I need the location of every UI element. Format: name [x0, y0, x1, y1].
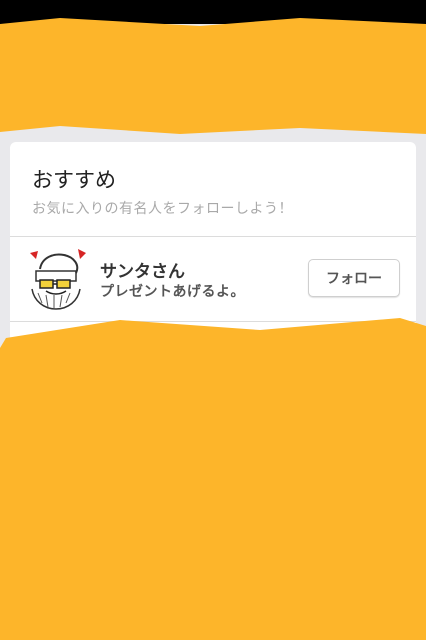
user-row[interactable]: サンタさん プレゼントあげるよ。 フォロー: [10, 237, 416, 322]
card-title: おすすめ: [32, 168, 116, 192]
user-name[interactable]: サンタさん: [100, 257, 185, 282]
card-subtitle: お気に入りの有名人をフォローしよう！: [32, 201, 293, 217]
redaction-top: [0, 18, 426, 134]
user-bio: プレゼントあげるよ。: [100, 284, 245, 300]
redaction-bottom: [0, 318, 426, 640]
recommend-card: おすすめ お気に入りの有名人をフォローしよう！ サンタさん プレゼントあげるよ。…: [10, 142, 416, 342]
santa-drawing-icon[interactable]: [24, 247, 88, 311]
follow-button[interactable]: フォロー: [308, 259, 400, 297]
card-header: おすすめ お気に入りの有名人をフォローしよう！: [10, 142, 416, 237]
